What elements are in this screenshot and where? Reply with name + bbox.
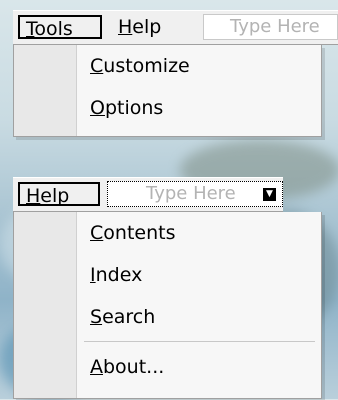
menu-help[interactable]: Help bbox=[112, 15, 182, 39]
menu-bar-bottom: Help Type Here ▼ bbox=[13, 177, 283, 212]
menu-item-contents-label: ontents bbox=[103, 222, 176, 244]
type-here-text: Type Here bbox=[230, 16, 320, 37]
menu-help-label: elp bbox=[132, 16, 162, 38]
menu-item-contents[interactable]: Contents bbox=[14, 212, 321, 254]
menu-item-search-label: earch bbox=[102, 306, 156, 328]
menu-help-mnemonic: H bbox=[118, 16, 133, 38]
menu-item-index-label: ndex bbox=[95, 264, 143, 286]
menu-help-open-mnemonic: H bbox=[26, 185, 41, 207]
menu-bar-top: Tools Help Type Here bbox=[13, 10, 338, 45]
menu-item-about-mnemonic: A bbox=[90, 356, 103, 378]
menu-help-open[interactable]: Help bbox=[18, 182, 100, 207]
type-here-text-active: Type Here bbox=[146, 183, 236, 204]
chevron-down-icon[interactable]: ▼ bbox=[263, 188, 276, 201]
menu-item-about[interactable]: About... bbox=[14, 346, 321, 388]
menu-item-index[interactable]: Index bbox=[14, 254, 321, 296]
type-here-box-active[interactable]: Type Here ▼ bbox=[107, 181, 283, 207]
menu-item-search-mnemonic: S bbox=[90, 306, 103, 328]
menu-item-customize-mnemonic: C bbox=[90, 55, 104, 77]
help-dropdown: Contents Index Search About... bbox=[13, 212, 322, 399]
menu-tools-label: ools bbox=[34, 18, 73, 40]
type-here-box[interactable]: Type Here bbox=[203, 14, 338, 40]
menu-item-options-mnemonic: O bbox=[90, 97, 105, 119]
tools-dropdown: Customize Options bbox=[13, 45, 322, 137]
menu-item-search[interactable]: Search bbox=[14, 296, 321, 338]
menu-item-options-label: ptions bbox=[104, 97, 164, 119]
menu-help-open-label: elp bbox=[40, 185, 70, 207]
menu-tools[interactable]: Tools bbox=[18, 15, 102, 40]
menu-separator bbox=[14, 338, 321, 346]
menu-item-contents-mnemonic: C bbox=[90, 222, 104, 244]
menu-item-customize-label: ustomize bbox=[103, 55, 190, 77]
menu-item-options[interactable]: Options bbox=[14, 87, 321, 129]
menu-item-customize[interactable]: Customize bbox=[14, 45, 321, 87]
menu-item-about-label: bout... bbox=[103, 356, 165, 378]
